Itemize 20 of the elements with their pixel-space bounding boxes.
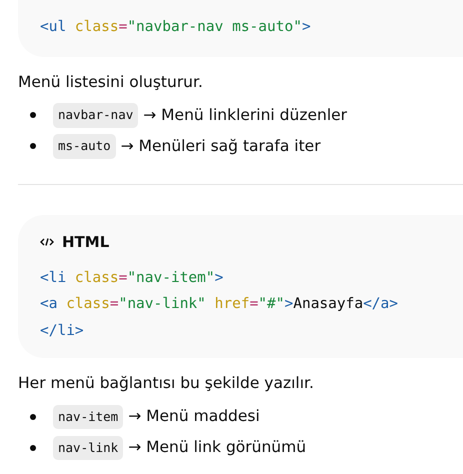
bullet-icon — [30, 445, 36, 451]
inline-code: navbar-nav — [53, 102, 138, 128]
code-line: <ul class="navbar-nav ms-auto"> — [40, 18, 311, 37]
code-line: <a class="nav-link" href="#">Anasayfa</a> — [40, 295, 398, 314]
inline-code: nav-link — [53, 436, 124, 460]
code-icon — [40, 236, 54, 247]
bullet-icon — [30, 112, 36, 118]
bullet-text: → Menü maddesi — [128, 406, 260, 428]
code-line: <li class="nav-item"> — [40, 268, 224, 288]
bullet-text: → Menü linklerini düzenler — [143, 104, 348, 126]
language-label: HTML — [62, 232, 110, 252]
bullet-icon — [30, 143, 36, 150]
inline-code: nav-item — [53, 404, 124, 430]
inline-code: ms-auto — [53, 134, 116, 159]
paragraph: Her menü bağlantısı bu şekilde yazılır. — [18, 373, 314, 394]
bullet-text: → Menüleri sağ tarafa iter — [120, 136, 321, 157]
bullet-text: → Menü link görünümü — [128, 437, 306, 458]
paragraph: Menü listesini oluşturur. — [18, 72, 203, 92]
bullet-icon — [30, 414, 36, 420]
code-line: </li> — [40, 322, 84, 341]
